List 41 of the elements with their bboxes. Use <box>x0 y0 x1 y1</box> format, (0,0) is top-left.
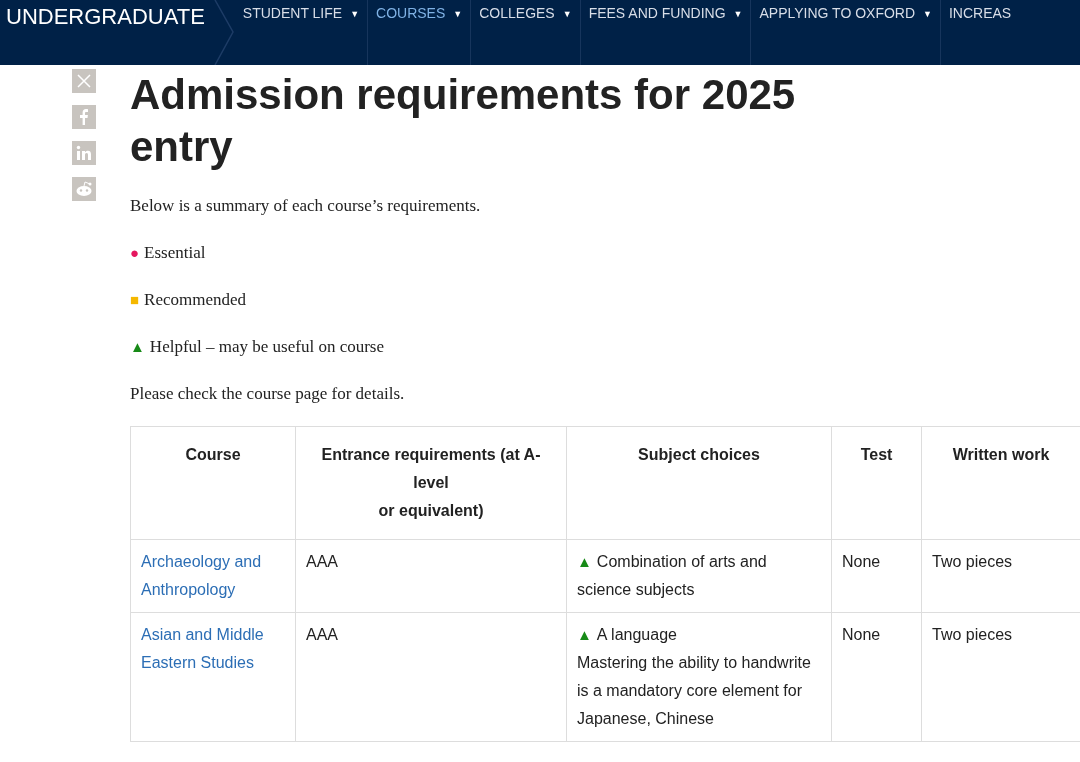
intro-text: Below is a summary of each course’s requirements. <box>130 195 482 217</box>
x-logo-icon <box>77 74 91 88</box>
subject-text: ▲ Combination of arts and science subjects <box>577 552 768 600</box>
legend-item: ▲ Helpful – may be useful on course <box>130 336 386 358</box>
share-button[interactable] <box>72 105 96 129</box>
reddit-icon <box>75 181 93 197</box>
nav-menu-item[interactable]: APPLYING TO OXFORD ▼ <box>751 0 941 65</box>
share-button[interactable] <box>72 141 96 165</box>
table-cell: AAA <box>295 612 567 742</box>
table-cell: None <box>831 539 922 613</box>
subject-text: Mastering the ability to handwrite is a mandatory core element for Japanese, Chinese <box>577 653 812 729</box>
site-title[interactable]: UNDERGRADUATE <box>0 0 213 32</box>
caret-icon: ▼ <box>733 5 743 65</box>
column-header: Course <box>130 426 296 540</box>
share-button[interactable] <box>72 177 96 201</box>
column-header: Subject choices <box>566 426 832 540</box>
caret-icon: ▼ <box>923 5 932 65</box>
facebook-icon <box>79 109 89 125</box>
column-header: Test <box>831 426 922 540</box>
nav-menu-item[interactable]: COURSES ▼ <box>368 0 472 65</box>
course-link[interactable]: Asian and Middle Eastern Studies <box>141 621 285 677</box>
nav-menu-item[interactable]: INCREAS <box>940 0 1012 65</box>
share-button[interactable] <box>72 69 96 93</box>
nav-menu-item[interactable]: COLLEGES ▼ <box>471 0 581 65</box>
chevron-divider-icon <box>212 0 235 65</box>
table-cell: AAA <box>295 539 567 613</box>
caret-icon: ▼ <box>350 5 360 65</box>
page-title: Admission requirements for 2025 entry <box>130 70 797 172</box>
legend-item: ■ Recommended <box>130 289 248 311</box>
column-header: Written work <box>921 426 1080 540</box>
column-header: Entrance requirements (at A-level or equivalent) <box>295 426 567 540</box>
linkedin-icon <box>76 145 92 161</box>
note-text: Please check the course page for details. <box>130 383 406 405</box>
caret-icon: ▼ <box>562 5 572 65</box>
table-cell: None <box>831 612 922 742</box>
legend-item: ● Essential <box>130 242 207 264</box>
nav-menu-item[interactable]: FEES AND FUNDING ▼ <box>580 0 752 65</box>
course-link[interactable]: Archaeology and Anthropology <box>141 548 285 604</box>
nav-menu-item[interactable]: STUDENT LIFE ▼ <box>234 0 369 65</box>
caret-icon: ▼ <box>453 5 463 65</box>
subject-text: ▲ A language <box>577 625 678 645</box>
